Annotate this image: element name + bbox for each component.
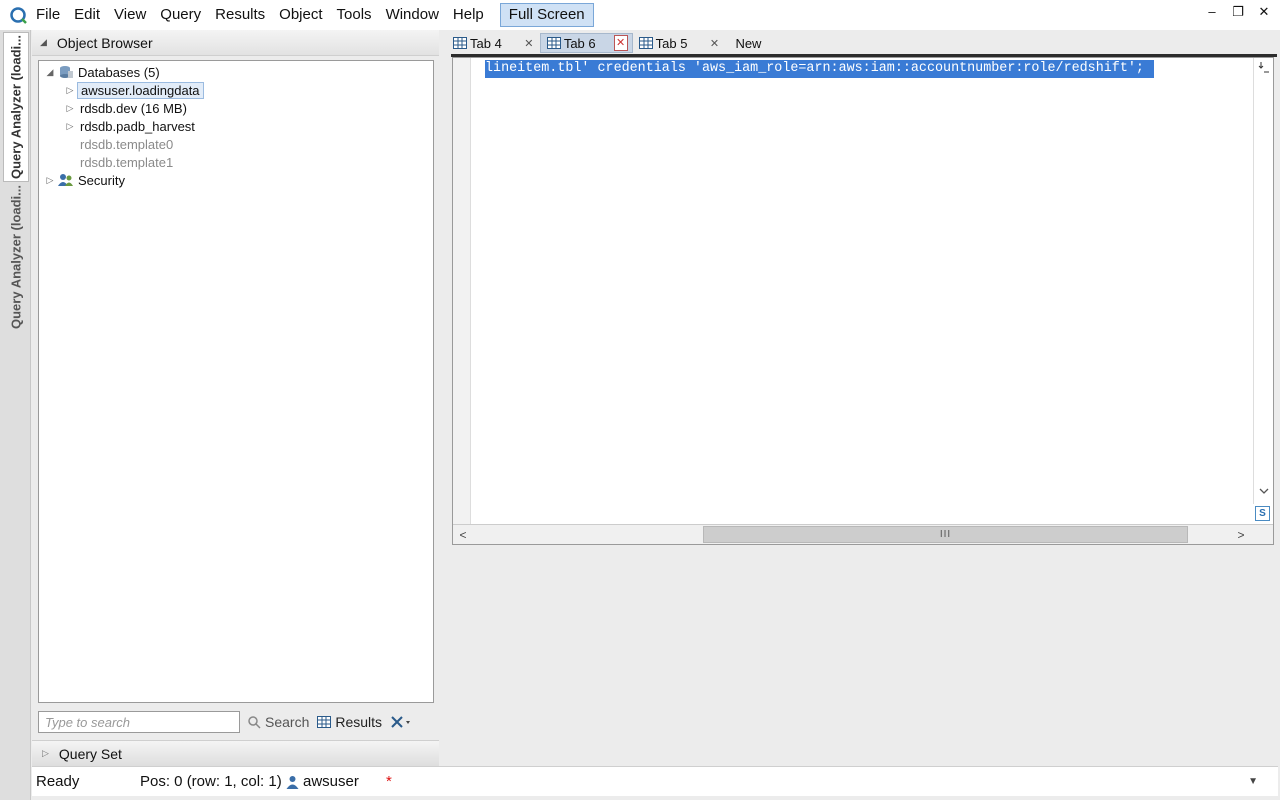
object-browser-header[interactable]: ◢ Object Browser	[32, 30, 439, 56]
app-logo-icon	[0, 0, 36, 30]
restore-icon[interactable]: ❐	[1230, 4, 1246, 20]
search-icon	[248, 715, 261, 729]
object-browser-title: Object Browser	[56, 34, 153, 51]
menu-object[interactable]: Object	[279, 0, 334, 30]
menu-bar: File Edit View Query Results Object Tool…	[0, 0, 1280, 30]
tree-node-db[interactable]: rdsdb.template0	[39, 135, 433, 153]
window-controls: – ❐ ✕	[1204, 4, 1272, 20]
tree-node-db[interactable]: rdsdb.template1	[39, 153, 433, 171]
scroll-right-icon[interactable]: >	[1231, 525, 1251, 545]
user-name: awsuser	[303, 773, 359, 790]
tree-label: rdsdb.template0	[80, 136, 174, 152]
side-tab-query-analyzer-2[interactable]: Query Analyzer (loadi...	[3, 182, 29, 332]
user-icon	[286, 775, 299, 789]
tree-label: Databases (5)	[78, 64, 160, 80]
grid-icon	[546, 37, 561, 49]
menu-help[interactable]: Help	[453, 0, 496, 30]
query-set-header[interactable]: ▷ Query Set	[32, 740, 439, 766]
search-input[interactable]	[38, 711, 240, 733]
expand-triangle-icon[interactable]: ▷	[63, 103, 77, 114]
tree-label: Security	[78, 172, 125, 188]
tree-node-security[interactable]: ▷ Security	[39, 171, 433, 189]
tab-strip: Tab 4 ✕ Tab 6 ✕ Tab 5 ✕ New	[447, 32, 1277, 54]
expand-triangle-icon[interactable]: ▷	[43, 175, 57, 186]
close-icon[interactable]: ✕	[1256, 4, 1272, 20]
close-icon[interactable]: ✕	[522, 37, 536, 50]
status-bar: Ready Pos: 0 (row: 1, col: 1) awsuser * …	[32, 766, 1278, 796]
sql-editor[interactable]: lineitem.tbl' credentials 'aws_iam_role=…	[452, 57, 1274, 545]
grid-icon	[453, 37, 467, 49]
modified-indicator: *	[386, 773, 392, 790]
minimize-icon[interactable]: –	[1204, 4, 1220, 20]
tab-4[interactable]: Tab 4 ✕	[447, 33, 540, 53]
menu-query[interactable]: Query	[160, 0, 213, 30]
tab-6[interactable]: Tab 6 ✕	[539, 33, 633, 53]
results-label: Results	[335, 714, 383, 730]
tree-label: rdsdb.template1	[80, 154, 174, 170]
tab-label: Tab 5	[655, 35, 688, 51]
tree-label: rdsdb.dev (16 MB)	[80, 100, 187, 116]
scroll-left-icon[interactable]: <	[453, 525, 473, 545]
tree-node-db[interactable]: ▷ rdsdb.dev (16 MB)	[39, 99, 433, 117]
query-set-title: Query Set	[58, 745, 122, 762]
tools-icon	[390, 715, 412, 729]
grid-icon	[638, 37, 653, 49]
chevron-down-icon[interactable]: ▼	[1248, 776, 1258, 787]
tab-label: Tab 6	[563, 35, 596, 51]
collapse-triangle-icon[interactable]: ◢	[40, 37, 47, 48]
expand-triangle-icon[interactable]: ▷	[42, 748, 49, 759]
object-tree: ◢ Databases (5) ▷ awsuser.loadingdata ▷ …	[38, 60, 434, 703]
search-button[interactable]: Search	[248, 714, 309, 730]
tree-label: rdsdb.padb_harvest	[80, 118, 195, 134]
grid-icon	[317, 716, 332, 728]
cursor-position: Pos: 0 (row: 1, col: 1)	[140, 773, 282, 790]
menu-view[interactable]: View	[114, 0, 158, 30]
expanded-triangle-icon[interactable]: ◢	[43, 67, 57, 78]
tree-node-db[interactable]: ▷ rdsdb.padb_harvest	[39, 117, 433, 135]
scroll-thumb[interactable]: III	[703, 526, 1188, 543]
expand-triangle-icon[interactable]: ▷	[63, 85, 77, 96]
tree-node-db[interactable]: ▷ awsuser.loadingdata	[39, 81, 433, 99]
results-button[interactable]: Results	[317, 714, 382, 730]
sql-format-icon[interactable]: S	[1255, 506, 1270, 521]
search-label: Search	[265, 714, 310, 730]
menu-file[interactable]: File	[36, 0, 72, 30]
side-tab-query-analyzer-1[interactable]: Query Analyzer (loadi...	[3, 32, 29, 182]
close-icon[interactable]: ✕	[613, 35, 628, 51]
menu-window[interactable]: Window	[386, 0, 451, 30]
vertical-scrollbar[interactable]	[1253, 58, 1273, 504]
fullscreen-button[interactable]: Full Screen	[499, 3, 594, 27]
menu-results[interactable]: Results	[215, 0, 277, 30]
menu-edit[interactable]: Edit	[74, 0, 112, 30]
new-tab-button[interactable]: New	[725, 33, 765, 53]
horizontal-scrollbar[interactable]: < III >	[453, 524, 1273, 544]
databases-icon	[57, 65, 75, 79]
expand-triangle-icon[interactable]: ▷	[63, 121, 77, 132]
editor-gutter	[453, 58, 471, 524]
status-user: awsuser	[286, 773, 386, 790]
tab-5[interactable]: Tab 5 ✕	[633, 33, 726, 53]
status-state: Ready	[36, 773, 80, 790]
scroll-up-icon[interactable]	[1254, 60, 1274, 76]
users-icon	[57, 173, 75, 187]
tree-label: awsuser.loadingdata	[77, 81, 204, 99]
tree-node-databases[interactable]: ◢ Databases (5)	[39, 63, 433, 81]
side-tab-strip: Query Analyzer (loadi... Query Analyzer …	[0, 30, 31, 800]
menu-tools[interactable]: Tools	[337, 0, 384, 30]
scroll-down-icon[interactable]	[1254, 486, 1274, 502]
tab-label: Tab 4	[470, 35, 502, 51]
selected-code-line[interactable]: lineitem.tbl' credentials 'aws_iam_role=…	[485, 60, 1154, 78]
search-row: Search Results	[38, 710, 434, 734]
tools-dropdown-button[interactable]	[390, 715, 416, 729]
object-browser-panel: ◢ Object Browser ◢ Databases (5) ▷ awsus…	[32, 30, 439, 738]
close-icon[interactable]: ✕	[707, 37, 721, 50]
